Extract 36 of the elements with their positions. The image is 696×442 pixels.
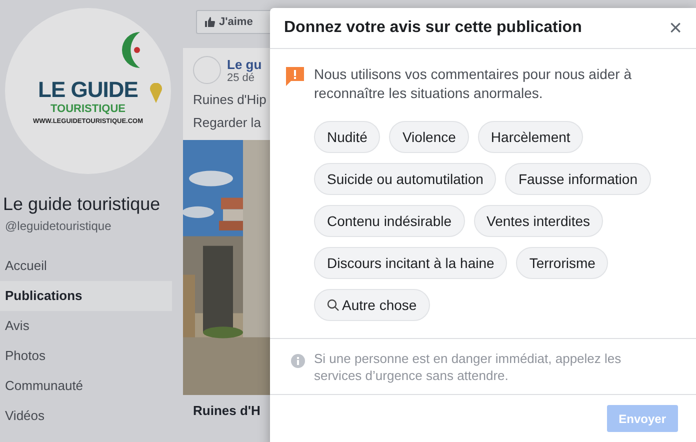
page-handle: @leguidetouristique — [5, 219, 112, 233]
page-avatar — [193, 56, 221, 84]
sidebar-item[interactable]: Publications — [0, 281, 172, 311]
post-text: Regarder la — [193, 115, 262, 130]
post-text: Ruines d'Hip — [193, 92, 268, 107]
emergency-note: Si une personne est en danger immédiat, appelez les services d’urgence sans attendre. — [314, 350, 622, 384]
category-chip[interactable]: Contenu indésirable — [314, 205, 465, 237]
category-chip[interactable]: Suicide ou automutilation — [314, 163, 496, 195]
sidebar-item[interactable]: Accueil — [0, 251, 172, 281]
pin-icon — [150, 83, 162, 103]
sidebar-item[interactable]: Photos — [0, 341, 172, 371]
sidebar-item[interactable]: Vidéos — [0, 401, 172, 431]
post-author[interactable]: Le gu — [227, 56, 262, 72]
category-chip[interactable]: Fausse information — [505, 163, 650, 195]
crescent-icon — [120, 32, 142, 68]
category-chip[interactable]: Autre chose — [314, 289, 430, 321]
post-caption: Ruines d'H — [193, 403, 262, 418]
category-chip[interactable]: Violence — [389, 121, 469, 153]
dialog-title: Donnez votre avis sur cette publication — [284, 19, 582, 37]
category-chip[interactable]: Nudité — [314, 121, 380, 153]
logo-subtitle: TOURISTIQUE — [50, 103, 126, 115]
sidebar-item[interactable]: Communauté — [0, 371, 172, 401]
category-chip[interactable]: Harcèlement — [478, 121, 584, 153]
info-icon — [291, 354, 305, 368]
category-chip[interactable]: Discours incitant à la haine — [314, 247, 508, 279]
search-icon — [327, 299, 339, 311]
close-button[interactable]: × — [669, 17, 682, 39]
notice-text: Nous utilisons vos commentaires pour nous aider à reconnaître les situations anormales. — [314, 65, 632, 103]
sidebar-item[interactable]: Avis — [0, 311, 172, 341]
logo-title: LE GUIDE — [38, 77, 138, 103]
page-name: Le guide touristique — [3, 194, 162, 215]
alert-icon — [284, 65, 306, 87]
category-chip[interactable]: Ventes interdites — [474, 205, 604, 237]
thumb-icon — [205, 17, 215, 27]
post-date: 25 dé — [227, 72, 255, 84]
category-chip[interactable]: Terrorisme — [516, 247, 608, 279]
